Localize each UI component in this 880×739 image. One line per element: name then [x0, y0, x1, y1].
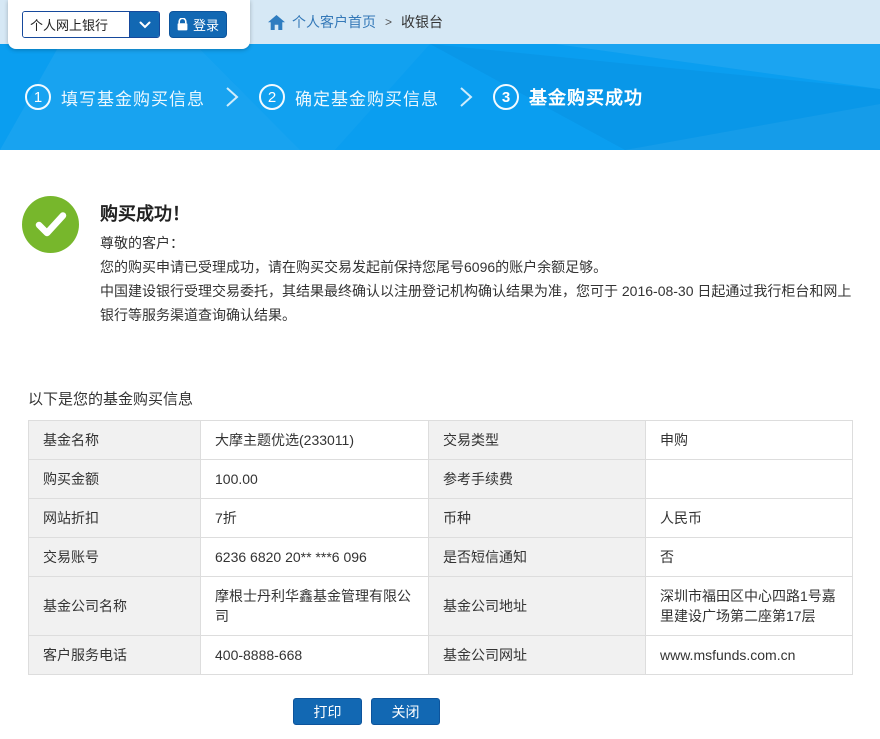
fund-company-website-label: 基金公司网址 [429, 636, 646, 675]
transaction-account-label: 交易账号 [29, 538, 201, 577]
fund-company-website-value: www.msfunds.com.cn [646, 636, 853, 675]
success-message-line-2: 中国建设银行受理交易委托，其结果最终确认以注册登记机构确认结果为准，您可于 20… [100, 279, 858, 327]
breadcrumb-separator: > [385, 15, 392, 29]
success-message: 尊敬的客户： 您的购买申请已受理成功，请在购买交易发起前保持您尾号6096的账户… [100, 231, 858, 327]
currency-label: 币种 [429, 499, 646, 538]
site-discount-value: 7折 [201, 499, 429, 538]
channel-select-value[interactable]: 个人网上银行 [23, 12, 129, 37]
fund-company-address-label: 基金公司地址 [429, 577, 646, 636]
step-separator-icon [459, 85, 473, 109]
print-button[interactable]: 打印 [293, 698, 362, 725]
success-salutation: 尊敬的客户： [100, 231, 858, 255]
channel-select[interactable]: 个人网上银行 [22, 11, 160, 38]
table-row: 基金名称 大摩主题优选(233011) 交易类型 申购 [29, 421, 853, 460]
login-widget-card: 个人网上银行 登录 [8, 0, 250, 49]
step-1-number: 1 [25, 84, 51, 110]
site-discount-label: 网站折扣 [29, 499, 201, 538]
currency-value: 人民币 [646, 499, 853, 538]
step-3-success: 3 基金购买成功 [493, 84, 643, 110]
table-row: 基金公司名称 摩根士丹利华鑫基金管理有限公司 基金公司地址 深圳市福田区中心四路… [29, 577, 853, 636]
step-1-label: 填写基金购买信息 [61, 85, 205, 110]
purchase-amount-label: 购买金额 [29, 460, 201, 499]
table-row: 交易账号 6236 6820 20** ***6 096 是否短信通知 否 [29, 538, 853, 577]
table-row: 网站折扣 7折 币种 人民币 [29, 499, 853, 538]
step-1-fill-info: 1 填写基金购买信息 [25, 84, 205, 110]
login-button-label: 登录 [193, 15, 219, 34]
success-message-line-1: 您的购买申请已受理成功，请在购买交易发起前保持您尾号6096的账户余额足够。 [100, 255, 858, 279]
step-3-number: 3 [493, 84, 519, 110]
table-row: 客户服务电话 400-8888-668 基金公司网址 www.msfunds.c… [29, 636, 853, 675]
service-phone-value: 400-8888-668 [201, 636, 429, 675]
transaction-account-value: 6236 6820 20** ***6 096 [201, 538, 429, 577]
breadcrumb-home-label: 个人客户首页 [292, 12, 376, 32]
table-row: 购买金额 100.00 参考手续费 [29, 460, 853, 499]
sms-notify-value: 否 [646, 538, 853, 577]
step-separator-icon [225, 85, 239, 109]
sms-notify-label: 是否短信通知 [429, 538, 646, 577]
channel-select-dropdown-button[interactable] [129, 12, 159, 37]
wizard-steps: 1 填写基金购买信息 2 确定基金购买信息 3 基金购买成功 [25, 44, 643, 150]
transaction-type-value: 申购 [646, 421, 853, 460]
breadcrumb: 个人客户首页 > 收银台 [268, 0, 443, 44]
reference-fee-label: 参考手续费 [429, 460, 646, 499]
fund-company-address-value: 深圳市福田区中心四路1号嘉里建设广场第二座第17层 [646, 577, 853, 636]
transaction-type-label: 交易类型 [429, 421, 646, 460]
fund-name-value: 大摩主题优选(233011) [201, 421, 429, 460]
action-buttons: 打印 关闭 [293, 698, 440, 725]
chevron-down-icon [139, 21, 151, 29]
fund-company-name-value: 摩根士丹利华鑫基金管理有限公司 [201, 577, 429, 636]
fund-purchase-details-table: 基金名称 大摩主题优选(233011) 交易类型 申购 购买金额 100.00 … [28, 420, 853, 675]
home-icon [268, 15, 285, 30]
breadcrumb-current: 收银台 [401, 12, 443, 32]
success-check-icon [35, 212, 67, 238]
success-title: 购买成功！ [100, 200, 190, 226]
login-button[interactable]: 登录 [169, 11, 227, 38]
step-2-confirm-info: 2 确定基金购买信息 [259, 84, 439, 110]
fund-company-name-label: 基金公司名称 [29, 577, 201, 636]
step-3-label: 基金购买成功 [529, 84, 643, 110]
breadcrumb-home-link[interactable]: 个人客户首页 [268, 12, 376, 32]
close-button[interactable]: 关闭 [371, 698, 440, 725]
step-2-number: 2 [259, 84, 285, 110]
lock-icon [177, 18, 188, 31]
steps-banner: 1 填写基金购买信息 2 确定基金购买信息 3 基金购买成功 [0, 44, 880, 150]
success-check-badge [22, 196, 79, 253]
step-2-label: 确定基金购买信息 [295, 85, 439, 110]
service-phone-label: 客户服务电话 [29, 636, 201, 675]
fund-name-label: 基金名称 [29, 421, 201, 460]
reference-fee-value [646, 460, 853, 499]
details-section-title: 以下是您的基金购买信息 [28, 388, 193, 409]
purchase-amount-value: 100.00 [201, 460, 429, 499]
